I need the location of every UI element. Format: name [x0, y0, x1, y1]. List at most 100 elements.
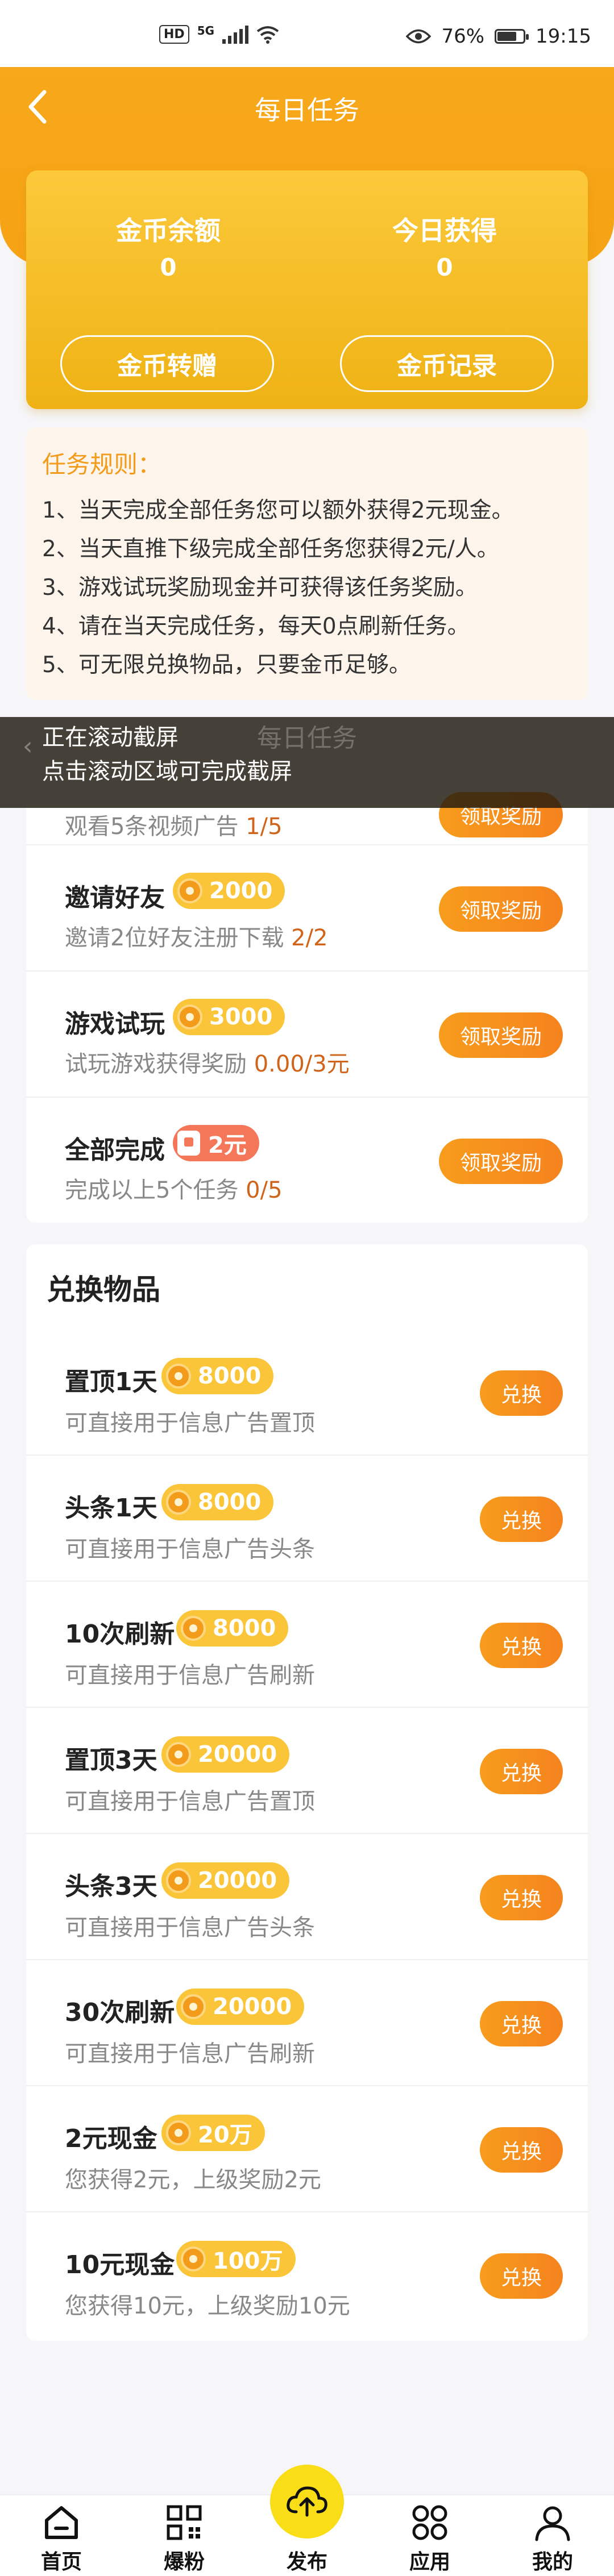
- coin-transfer-button[interactable]: 金币转赠: [60, 335, 274, 392]
- task-rules: 任务规则： 1、当天完成全部任务您可以额外获得2元现金。 2、当天直推下级完成全…: [26, 427, 588, 700]
- cost-badge: 8000: [176, 1610, 289, 1647]
- claim-reward-button[interactable]: 领取奖励: [439, 1012, 563, 1058]
- exchange-item-name: 置顶3天: [65, 1746, 157, 1775]
- tab-label: 爆粉: [163, 2550, 205, 2574]
- hd-badge: HD: [159, 25, 189, 44]
- cost-badge: 20万: [161, 2115, 265, 2151]
- page-title: 每日任务: [255, 95, 359, 126]
- exchange-button[interactable]: 兑换: [480, 2127, 563, 2173]
- exchange-card: 兑换物品 置顶1天 8000 可直接用于信息广告置顶 兑换 头条1天 8000 可直接用于信…: [26, 1244, 588, 2341]
- publish-button[interactable]: [270, 2465, 344, 2539]
- battery-percent: 76%: [441, 25, 485, 48]
- status-right: 76% 19:15: [406, 25, 591, 48]
- coin-balance: 金币余额 0: [60, 210, 276, 281]
- home-icon: [45, 2506, 78, 2539]
- exchange-item-name: 2元现金: [65, 2124, 157, 2153]
- cost-amount: 20000: [198, 1741, 277, 1768]
- task-name: 游戏试玩: [65, 1010, 165, 1039]
- exchange-item-desc: 您获得10元，上级奖励10元: [65, 2293, 350, 2319]
- coin-icon: [166, 2120, 191, 2145]
- exchange-item-desc: 可直接用于信息广告头条: [65, 1915, 315, 1941]
- tab-profile[interactable]: 我的: [507, 2495, 598, 2576]
- exchange-item: 2元现金 20万 您获得2元，上级奖励2元 兑换: [26, 2086, 588, 2212]
- coin-record-button[interactable]: 金币记录: [340, 335, 554, 392]
- cost-badge: 8000: [161, 1484, 274, 1520]
- task-row-complete-all: 全部完成 2元 完成以上5个任务 0/5 领取奖励: [26, 1098, 588, 1223]
- coin-icon: [166, 1364, 191, 1389]
- task-progress: 1/5: [246, 814, 283, 840]
- task-desc-text: 试玩游戏获得奖励: [65, 1051, 247, 1077]
- rule-item: 4、请在当天完成任务，每天0点刷新任务。: [42, 614, 470, 639]
- scroll-capture-hint: 点击滚动区域可完成截屏: [42, 758, 292, 785]
- coin-icon: [181, 1994, 206, 2019]
- cost-amount: 20万: [198, 2122, 252, 2148]
- tab-label: 首页: [40, 2550, 82, 2574]
- task-desc: 完成以上5个任务 0/5: [65, 1172, 283, 1204]
- exchange-button[interactable]: 兑换: [480, 1370, 563, 1416]
- exchange-title: 兑换物品: [47, 1273, 160, 1306]
- exchange-item: 30次刷新 20000 可直接用于信息广告刷新 兑换: [26, 1960, 588, 2086]
- cash-reward-badge: 2元: [173, 1125, 259, 1161]
- exchange-item: 置顶1天 8000 可直接用于信息广告置顶 兑换: [26, 1329, 588, 1456]
- wifi-icon: [256, 26, 279, 44]
- exchange-item-desc: 可直接用于信息广告刷新: [65, 2041, 315, 2067]
- tab-publish[interactable]: 发布: [262, 2465, 352, 2576]
- exchange-item: 10元现金 100万您获得10元，上级奖励10元 兑换: [26, 2212, 588, 2339]
- exchange-button[interactable]: 兑换: [480, 1749, 563, 1794]
- reward-amount: 2000: [209, 878, 273, 904]
- task-row-invite: 邀请好友 2000 邀请2位好友注册下载 2/2 领取奖励: [26, 845, 588, 972]
- coin-icon: [181, 2246, 206, 2271]
- coin-icon: [166, 1490, 191, 1515]
- tab-apps[interactable]: 应用: [384, 2495, 475, 2576]
- task-desc: 邀请2位好友注册下载 2/2: [65, 919, 328, 952]
- red-packet-icon: [177, 1131, 200, 1156]
- cost-amount: 20000: [198, 1868, 277, 1894]
- reward-amount: 3000: [209, 1004, 273, 1030]
- reward-badge: 2000: [173, 873, 285, 909]
- bottom-tab-bar: 首页 爆粉 发布 应用 我的: [0, 2465, 614, 2576]
- claim-reward-button[interactable]: 领取奖励: [439, 886, 563, 932]
- task-progress: 2/2: [291, 925, 328, 951]
- exchange-item-desc: 可直接用于信息广告刷新: [65, 1662, 315, 1689]
- task-desc-text: 观看5条视频广告: [65, 814, 239, 840]
- coin-icon: [177, 878, 202, 903]
- claim-reward-button[interactable]: 领取奖励: [439, 1139, 563, 1184]
- tab-label: 应用: [409, 2550, 450, 2574]
- task-progress: 0/5: [246, 1177, 283, 1203]
- reward-amount: 2元: [208, 1132, 247, 1158]
- exchange-item-name: 头条3天: [65, 1872, 157, 1901]
- tab-label: 发布: [286, 2550, 327, 2574]
- exchange-button[interactable]: 兑换: [480, 2001, 563, 2046]
- status-bar: HD 5G 76% 19:15: [0, 0, 614, 67]
- cost-badge: 20000: [161, 1736, 290, 1773]
- today-earned-label: 今日获得: [392, 215, 497, 246]
- user-icon: [535, 2506, 570, 2541]
- exchange-item: 10次刷新 8000 可直接用于信息广告刷新 兑换: [26, 1582, 588, 1708]
- rules-title: 任务规则：: [42, 451, 162, 478]
- clock: 19:15: [536, 25, 591, 48]
- exchange-item-name: 10次刷新: [65, 1620, 175, 1649]
- exchange-item: 置顶3天 20000 可直接用于信息广告置顶 兑换: [26, 1708, 588, 1834]
- exchange-item-name: 10元现金: [65, 2250, 175, 2279]
- rule-item: 5、可无限兑换物品，只要金币足够。: [42, 652, 411, 678]
- cost-badge: 8000: [161, 1358, 274, 1394]
- exchange-button[interactable]: 兑换: [480, 1497, 563, 1542]
- exchange-button[interactable]: 兑换: [480, 2253, 563, 2299]
- exchange-button[interactable]: 兑换: [480, 1875, 563, 1920]
- cost-badge: 20000: [176, 1989, 305, 2025]
- cost-amount: 100万: [213, 2248, 283, 2274]
- cost-amount: 20000: [213, 1994, 292, 2020]
- scroll-capture-overlay[interactable]: ‹ 每日任务 正在滚动截屏 点击滚动区域可完成截屏: [0, 717, 614, 808]
- tab-fans[interactable]: 爆粉: [139, 2495, 230, 2576]
- exchange-item-name: 头条1天: [65, 1494, 157, 1523]
- rule-item: 2、当天直推下级完成全部任务您获得2元/人。: [42, 536, 499, 562]
- exchange-item: 头条1天 8000 可直接用于信息广告头条 兑换: [26, 1456, 588, 1582]
- network-label: 5G: [197, 23, 215, 37]
- exchange-item: 头条3天 20000 可直接用于信息广告头条 兑换: [26, 1834, 588, 1960]
- coin-icon: [166, 1742, 191, 1767]
- exchange-button[interactable]: 兑换: [480, 1623, 563, 1668]
- cost-badge: 100万: [176, 2241, 296, 2277]
- cost-badge: 20000: [161, 1862, 290, 1899]
- tab-home[interactable]: 首页: [16, 2495, 107, 2576]
- coin-balance-value: 0: [160, 253, 177, 281]
